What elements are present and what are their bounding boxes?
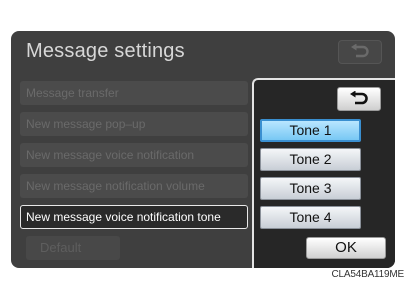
figure-code: CLA54BA119ME	[331, 269, 405, 280]
tone-1-button[interactable]: Tone 1	[260, 119, 361, 142]
menu-item-message-transfer: Message transfer	[20, 81, 248, 105]
tone-2-button[interactable]: Tone 2	[260, 148, 361, 171]
tone-3-button[interactable]: Tone 3	[260, 177, 361, 200]
page-title: Message settings	[26, 40, 185, 62]
menu-item-message-popup: New message pop–up	[20, 112, 248, 136]
menu-item-voice-notification-tone[interactable]: New message voice notification tone	[20, 205, 248, 229]
return-arrow-icon	[351, 44, 369, 58]
ok-button[interactable]: OK	[306, 237, 386, 259]
return-arrow-icon	[350, 91, 368, 105]
display-screen: Message settings Message transfer New me…	[11, 31, 395, 268]
tone-4-button[interactable]: Tone 4	[260, 206, 361, 229]
menu-item-notification-volume: New message notification volume	[20, 174, 248, 198]
title-back-button	[338, 40, 382, 64]
popup-back-button[interactable]	[337, 87, 381, 111]
default-button: Default	[26, 236, 120, 260]
tone-selection-popup: Tone 1 Tone 2 Tone 3 Tone 4 OK	[252, 78, 395, 268]
menu-item-voice-notification: New message voice notification	[20, 143, 248, 167]
